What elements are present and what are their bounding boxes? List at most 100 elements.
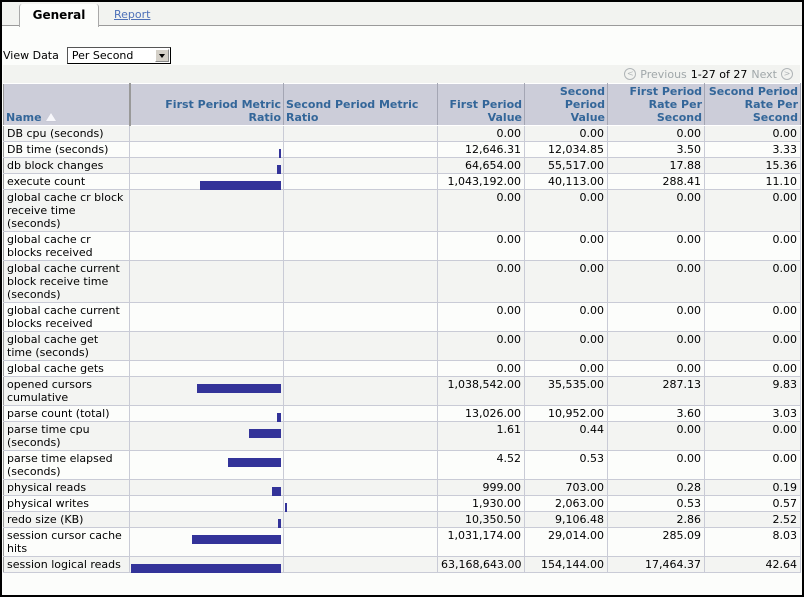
second-period-ratio-cell [283,231,438,261]
first-period-rate: 0.00 [607,125,705,142]
metric-name: execute count [3,173,130,190]
metric-name: DB cpu (seconds) [3,125,130,142]
first-period-ratio-cell [129,173,284,190]
first-period-ratio-cell [129,231,284,261]
second-period-value: 2,063.00 [524,495,608,512]
first-period-value: 1,930.00 [437,495,525,512]
first-period-rate: 0.00 [607,331,705,361]
table-row: session cursor cache hits 1,031,174.00 29,… [3,527,801,557]
first-period-rate: 0.00 [607,231,705,261]
table-row: execute count 1,043,192.00 40,113.00 288.41… [3,173,801,190]
second-period-rate: 9.83 [704,376,801,406]
second-period-rate: 0.00 [704,260,801,303]
second-period-ratio-cell [283,405,438,422]
first-period-rate: 0.00 [607,189,705,232]
second-period-ratio-cell [283,527,438,557]
metric-name: redo size (KB) [3,511,130,528]
previous-link[interactable]: Previous [640,68,687,81]
metric-name: global cache cr blocks received [3,231,130,261]
table-row: global cache current blocks received 0.00… [3,302,801,332]
second-period-value: 35,535.00 [524,376,608,406]
second-period-ratio-cell [283,157,438,174]
metric-name: session cursor cache hits [3,527,130,557]
second-period-value: 55,517.00 [524,157,608,174]
second-period-value: 0.44 [524,421,608,451]
table-row: global cache gets 0.00 0.00 0.00 0.00 [3,360,801,377]
table-row: DB cpu (seconds) 0.00 0.00 0.00 0.00 [3,125,801,142]
table-row: db block changes 64,654.00 55,517.00 17.88 1… [3,157,801,174]
first-period-value: 0.00 [437,125,525,142]
view-data-control: View Data Per Second [3,46,171,64]
second-period-value: 0.00 [524,302,608,332]
metric-name: db block changes [3,157,130,174]
first-period-ratio-cell [129,376,284,406]
next-link[interactable]: Next [751,68,777,81]
column-header-name[interactable]: Name [3,83,131,126]
column-header-first-period-rate: First Period Rate Per Second [607,83,705,126]
first-period-value: 0.00 [437,302,525,332]
second-period-rate: 0.00 [704,360,801,377]
second-period-value: 9,106.48 [524,511,608,528]
first-period-ratio-cell [129,360,284,377]
second-period-ratio-cell [283,360,438,377]
second-period-rate: 0.00 [704,331,801,361]
second-period-value: 0.00 [524,331,608,361]
first-period-ratio-bar [249,429,281,438]
first-period-ratio-cell [129,527,284,557]
tab-general[interactable]: General [19,4,99,27]
metric-name: global cache gets [3,360,130,377]
first-period-ratio-cell [129,556,284,573]
metric-name: session logical reads [3,556,130,573]
first-period-rate: 0.00 [607,302,705,332]
second-period-rate: 8.03 [704,527,801,557]
view-data-select[interactable]: Per Second [66,46,171,64]
second-period-ratio-cell [283,450,438,480]
second-period-value: 0.00 [524,189,608,232]
tab-report[interactable]: Report [114,4,150,26]
metric-name: global cache cr block receive time (seco… [3,189,130,232]
first-period-ratio-cell [129,511,284,528]
metric-name: DB time (seconds) [3,141,130,158]
first-period-value: 1,043,192.00 [437,173,525,190]
table-row: parse time elapsed (seconds) 4.52 0.53 0.00… [3,450,801,480]
second-period-ratio-cell [283,421,438,451]
first-period-value: 0.00 [437,231,525,261]
second-period-rate: 0.00 [704,231,801,261]
second-period-ratio-cell [283,189,438,232]
column-header-second-period-value: Second Period Value [524,83,608,126]
first-period-rate: 0.00 [607,421,705,451]
first-period-value: 1,038,542.00 [437,376,525,406]
second-period-rate: 0.00 [704,189,801,232]
table-row: parse time cpu (seconds) 1.61 0.44 0.00 0.00 [3,421,801,451]
second-period-rate: 0.57 [704,495,801,512]
metric-name: opened cursors cumulative [3,376,130,406]
second-period-value: 154,144.00 [524,556,608,573]
second-period-ratio-cell [283,495,438,512]
second-period-value: 0.00 [524,260,608,303]
first-period-ratio-bar [197,384,281,393]
first-period-value: 64,654.00 [437,157,525,174]
first-period-ratio-cell [129,125,284,142]
first-period-value: 1.61 [437,421,525,451]
second-period-value: 0.00 [524,360,608,377]
table-header-row: Name First Period Metric Ratio Second Pe… [3,83,801,126]
second-period-rate: 2.52 [704,511,801,528]
table-row: opened cursors cumulative 1,038,542.00 35,… [3,376,801,406]
first-period-ratio-cell [129,157,284,174]
first-period-rate: 0.00 [607,450,705,480]
second-period-rate: 0.00 [704,125,801,142]
second-period-ratio-cell [283,331,438,361]
tab-bar: General Report [2,2,802,27]
table-row: parse count (total) 13,026.00 10,952.00 3.6… [3,405,801,422]
second-period-rate: 3.03 [704,405,801,422]
second-period-ratio-cell [283,173,438,190]
chevron-down-icon[interactable] [154,48,169,62]
first-period-value: 4.52 [437,450,525,480]
second-period-value: 0.53 [524,450,608,480]
first-period-value: 13,026.00 [437,405,525,422]
first-period-rate: 17,464.37 [607,556,705,573]
sort-ascending-icon[interactable] [44,112,57,122]
metric-name: parse count (total) [3,405,130,422]
table-row: global cache get time (seconds) 0.00 0.00 0… [3,331,801,361]
metric-name: global cache current block receive time … [3,260,130,303]
